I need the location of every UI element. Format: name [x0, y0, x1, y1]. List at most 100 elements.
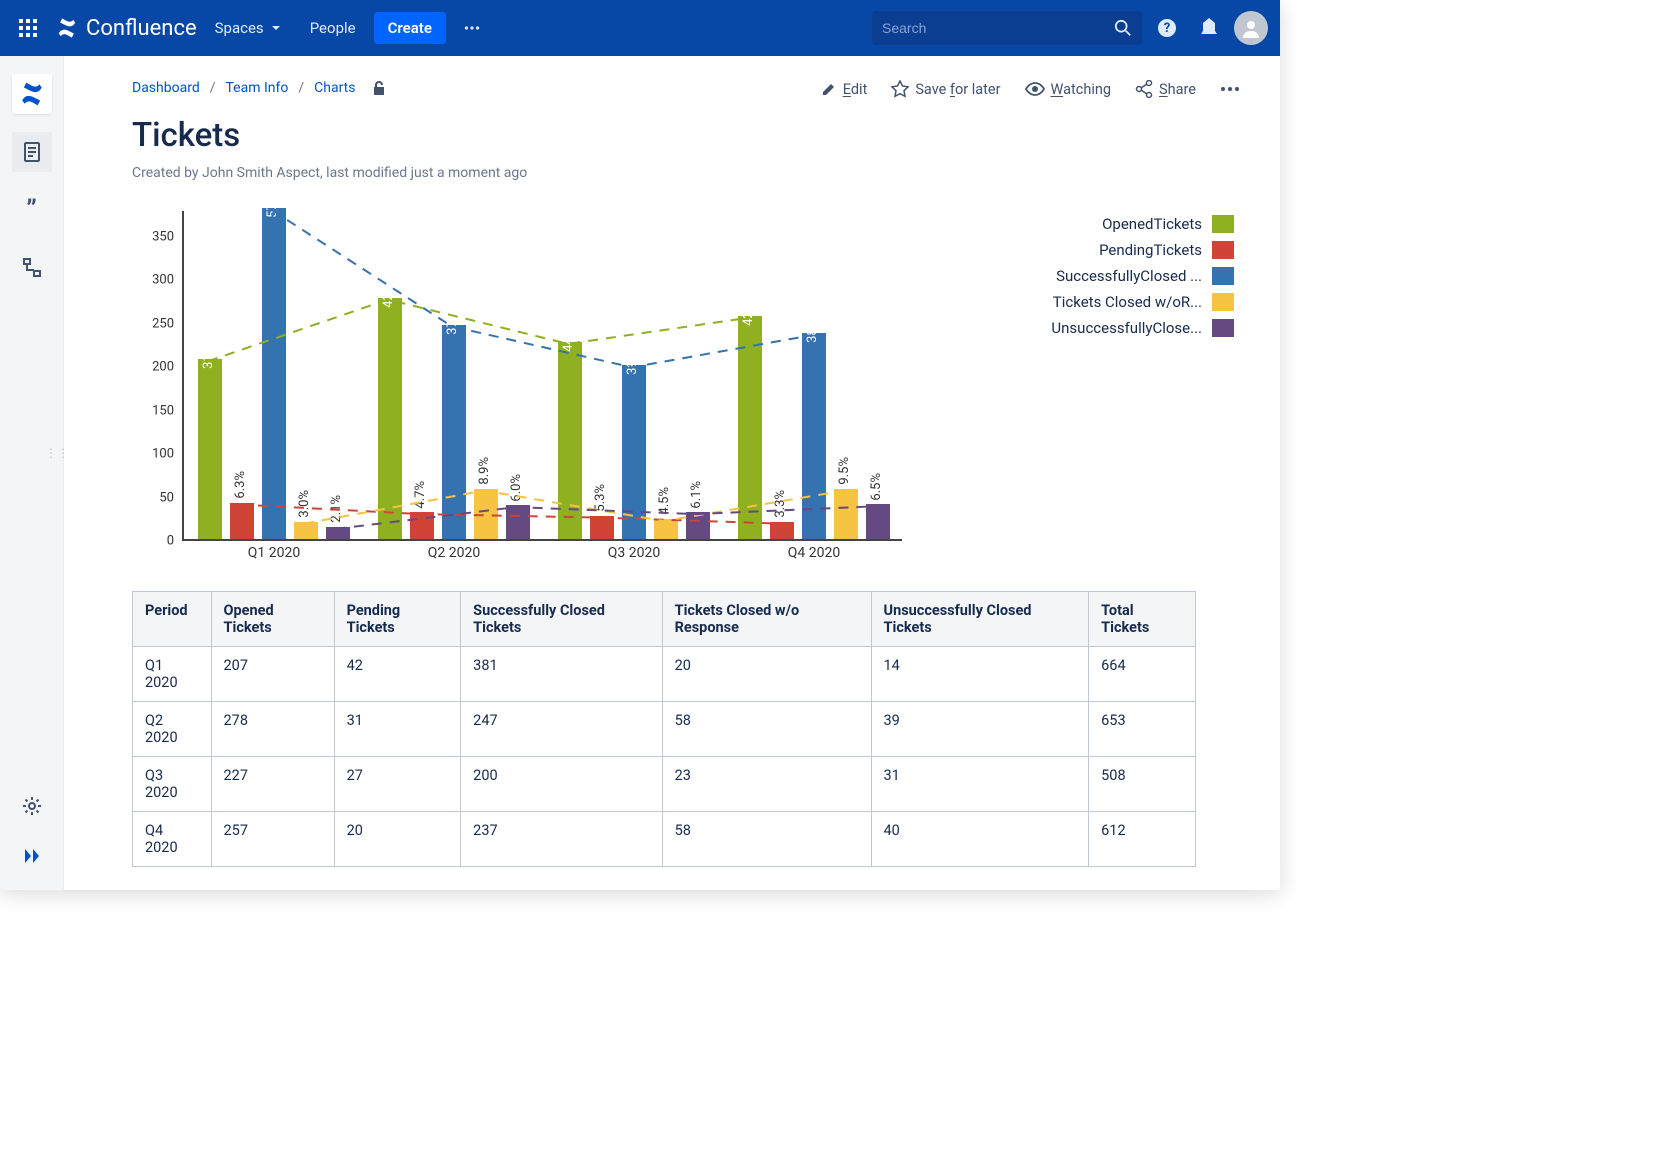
- bar: [326, 527, 350, 539]
- table-cell: 31: [334, 702, 461, 757]
- bar: [770, 522, 794, 539]
- table-cell: 58: [662, 812, 871, 867]
- bar: [294, 522, 318, 539]
- y-tick: 300: [132, 273, 174, 288]
- table-header: Opened Tickets: [211, 592, 334, 647]
- pencil-icon: [821, 81, 837, 97]
- table-row: Q1 2020207423812014664: [133, 647, 1196, 702]
- share-icon: [1135, 80, 1153, 98]
- legend-item[interactable]: OpenedTickets: [1051, 211, 1234, 237]
- help-icon: ?: [1157, 18, 1177, 38]
- table-cell: 20: [662, 647, 871, 702]
- chart-legend: OpenedTickets PendingTickets SuccessfullyC…: [1051, 211, 1240, 561]
- table-cell: Q4 2020: [133, 812, 212, 867]
- watching-button[interactable]: Watching: [1025, 81, 1112, 98]
- rail-blog[interactable]: ”: [12, 190, 52, 230]
- table-cell: 20: [334, 812, 461, 867]
- table-cell: 653: [1089, 702, 1196, 757]
- table-header: Tickets Closed w/o Response: [662, 592, 871, 647]
- bar: [198, 359, 222, 539]
- bar: [230, 503, 254, 539]
- rail-tree[interactable]: [12, 248, 52, 288]
- legend-label: PendingTickets: [1099, 241, 1202, 259]
- ellipsis-icon: [464, 25, 480, 31]
- y-tick: 100: [132, 447, 174, 462]
- bar: [834, 489, 858, 539]
- rail-expand[interactable]: [12, 836, 52, 876]
- breadcrumb-item[interactable]: Charts: [314, 80, 355, 96]
- table-cell: Q3 2020: [133, 757, 212, 812]
- search-box[interactable]: [872, 11, 1142, 45]
- table-cell: 42: [334, 647, 461, 702]
- rail-pages[interactable]: [12, 132, 52, 172]
- legend-item[interactable]: PendingTickets: [1051, 237, 1234, 263]
- nav-spaces[interactable]: Spaces: [205, 11, 292, 45]
- y-tick: 200: [132, 360, 174, 375]
- bar: [378, 298, 402, 539]
- bar: [442, 325, 466, 540]
- table-cell: 58: [662, 702, 871, 757]
- bell-icon: [1200, 18, 1218, 38]
- breadcrumb-sep: /: [210, 80, 216, 96]
- table-cell: 40: [871, 812, 1089, 867]
- legend-label: UnsuccessfullyClose...: [1051, 319, 1202, 337]
- bar-label: 2.1%: [329, 495, 344, 523]
- table-cell: 31: [871, 757, 1089, 812]
- table-row: Q2 2020278312475839653: [133, 702, 1196, 757]
- rail-settings[interactable]: [12, 786, 52, 826]
- table-cell: 278: [211, 702, 334, 757]
- x-tick: Q2 2020: [428, 545, 480, 561]
- legend-item[interactable]: Tickets Closed w/oR...: [1051, 289, 1234, 315]
- nav-people[interactable]: People: [300, 11, 366, 45]
- table-cell: 14: [871, 647, 1089, 702]
- profile-avatar[interactable]: [1234, 11, 1268, 45]
- nav-spaces-label: Spaces: [215, 19, 264, 37]
- legend-item[interactable]: UnsuccessfullyClose...: [1051, 315, 1234, 341]
- breadcrumb-item[interactable]: Team Info: [226, 80, 289, 96]
- help-button[interactable]: ?: [1150, 11, 1184, 45]
- bar-label: 44.7%: [561, 317, 576, 352]
- table-cell: 200: [461, 757, 662, 812]
- page-icon: [21, 141, 43, 163]
- top-nav: Confluence Spaces People Create ?: [0, 0, 1280, 56]
- confluence-logo[interactable]: Confluence: [56, 16, 197, 41]
- bar-label: 6.3%: [233, 471, 248, 499]
- more-nav-button[interactable]: [454, 17, 490, 39]
- table-cell: 247: [461, 702, 662, 757]
- more-actions-button[interactable]: [1220, 86, 1240, 92]
- rail-home[interactable]: [12, 74, 52, 114]
- table-cell: 381: [461, 647, 662, 702]
- restrictions-icon[interactable]: [371, 80, 387, 96]
- bar: [738, 316, 762, 539]
- app-switcher-icon[interactable]: [12, 12, 44, 44]
- legend-swatch: [1212, 293, 1234, 311]
- x-tick: Q1 2020: [248, 545, 300, 561]
- breadcrumb-item[interactable]: Dashboard: [132, 80, 200, 96]
- bar: [410, 512, 434, 539]
- y-tick: 250: [132, 316, 174, 331]
- bar-label: 6.5%: [869, 473, 884, 501]
- bar-label: 38.7%: [805, 308, 820, 343]
- bar-label: 9.5%: [837, 457, 852, 485]
- main-content: Dashboard / Team Info / Charts Edit Save…: [64, 56, 1280, 890]
- search-input[interactable]: [882, 20, 1114, 36]
- ellipsis-icon: [1220, 86, 1240, 92]
- edit-button[interactable]: Edit: [821, 81, 868, 98]
- table-row: Q4 2020257202375840612: [133, 812, 1196, 867]
- create-button[interactable]: Create: [374, 12, 446, 44]
- table-cell: 508: [1089, 757, 1196, 812]
- expand-icon: [22, 849, 42, 863]
- confluence-icon: [56, 17, 78, 39]
- page-actions: Edit Save for later Watching Share: [821, 80, 1240, 98]
- legend-item[interactable]: SuccessfullyClosed ...: [1051, 263, 1234, 289]
- confluence-icon: [19, 81, 45, 107]
- bar-label: 37.8%: [445, 300, 460, 335]
- table-header: Unsuccessfully Closed Tickets: [871, 592, 1089, 647]
- table-cell: Q2 2020: [133, 702, 212, 757]
- bar: [506, 505, 530, 539]
- share-button[interactable]: Share: [1135, 80, 1196, 98]
- eye-icon: [1025, 82, 1045, 96]
- save-for-later-button[interactable]: Save for later: [891, 80, 1000, 98]
- star-icon: [891, 80, 909, 98]
- notifications-button[interactable]: [1192, 11, 1226, 45]
